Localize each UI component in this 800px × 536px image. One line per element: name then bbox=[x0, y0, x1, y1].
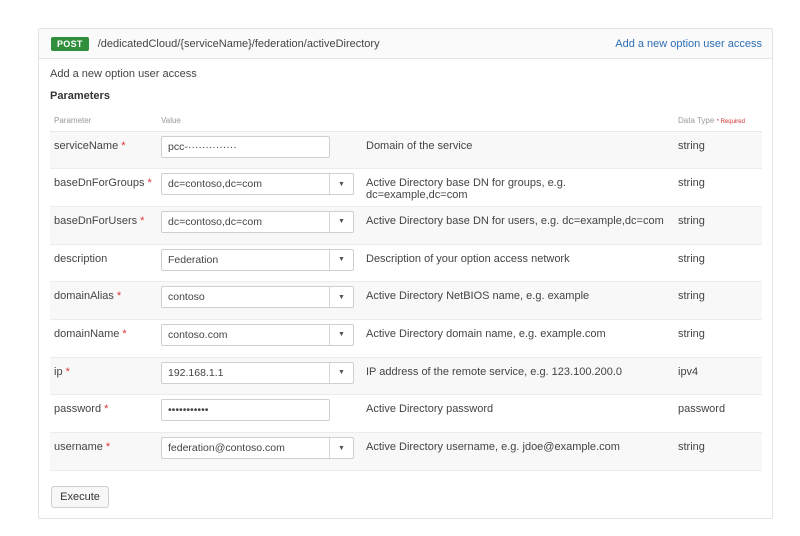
param-name: baseDnForGroups * bbox=[54, 177, 152, 190]
endpoint-path: /dedicatedCloud/{serviceName}/federation… bbox=[97, 37, 380, 50]
domain-alias-combobox[interactable]: contoso ▼ bbox=[161, 286, 354, 309]
password-input[interactable]: ••••••••••• bbox=[161, 399, 330, 422]
chevron-down-icon[interactable]: ▼ bbox=[329, 211, 353, 232]
chevron-down-icon[interactable]: ▼ bbox=[329, 287, 353, 308]
param-description: Active Directory base DN for groups, e.g… bbox=[366, 177, 566, 202]
table-row: description Federation ▼ Description of y… bbox=[50, 244, 762, 282]
param-description: IP address of the remote service, e.g. 1… bbox=[366, 365, 623, 378]
table-row: ip * 192.168.1.1 ▼ IP address of the remot… bbox=[50, 357, 762, 395]
param-name: username * bbox=[54, 441, 111, 453]
param-name: baseDnForUsers * bbox=[54, 214, 145, 227]
table-row: baseDnForUsers * dc=contoso,dc=com ▼ Activ… bbox=[50, 206, 762, 245]
param-type: string bbox=[678, 214, 705, 227]
operation-summary-link[interactable]: Add a new option user access bbox=[615, 38, 762, 50]
column-header-value: Value bbox=[157, 111, 362, 132]
table-row: username * federation@contoso.com ▼ Active… bbox=[50, 432, 762, 471]
ip-combobox[interactable]: 192.168.1.1 ▼ bbox=[161, 361, 354, 384]
chevron-down-icon[interactable]: ▼ bbox=[329, 438, 353, 458]
basedn-users-combobox[interactable]: dc=contoso,dc=com ▼ bbox=[161, 210, 354, 233]
operation-panel: POST /dedicatedCloud/{serviceName}/feder… bbox=[38, 28, 773, 519]
chevron-down-icon[interactable]: ▼ bbox=[329, 249, 353, 270]
chevron-down-icon[interactable]: ▼ bbox=[329, 174, 353, 195]
servicename-input[interactable]: pcc-·············· bbox=[161, 135, 330, 158]
basedn-groups-combobox[interactable]: dc=contoso,dc=com ▼ bbox=[161, 173, 354, 196]
column-header-description bbox=[362, 111, 674, 132]
param-type: password bbox=[678, 403, 726, 416]
parameters-heading: Parameters bbox=[50, 90, 110, 102]
chevron-down-icon[interactable]: ▼ bbox=[329, 362, 353, 383]
table-row: password * ••••••••••• Active Directory p… bbox=[50, 395, 762, 433]
required-asterisk: * bbox=[121, 139, 126, 152]
operation-description: Add a new option user access bbox=[50, 68, 197, 80]
chevron-down-icon[interactable]: ▼ bbox=[329, 324, 353, 345]
param-type: string bbox=[678, 139, 705, 152]
param-type: string bbox=[678, 441, 705, 453]
param-type: string bbox=[678, 327, 705, 340]
param-description: Domain of the service bbox=[366, 139, 473, 152]
column-header-parameter: Parameter bbox=[50, 111, 157, 132]
param-description: Active Directory password bbox=[366, 403, 494, 416]
domain-name-combobox[interactable]: contoso.com ▼ bbox=[161, 323, 354, 346]
param-type: string bbox=[678, 252, 705, 265]
param-name: password * bbox=[54, 403, 109, 416]
param-description: Description of your option access networ… bbox=[366, 252, 570, 265]
required-asterisk: * bbox=[105, 441, 111, 453]
param-name: domainAlias * bbox=[54, 290, 122, 303]
required-asterisk: * bbox=[65, 365, 70, 378]
username-combobox[interactable]: federation@contoso.com ▼ bbox=[161, 437, 354, 459]
operation-header[interactable]: POST /dedicatedCloud/{serviceName}/feder… bbox=[39, 29, 772, 59]
description-combobox[interactable]: Federation ▼ bbox=[161, 248, 354, 271]
param-description: Active Directory base DN for users, e.g.… bbox=[366, 214, 664, 227]
param-name: ip * bbox=[54, 365, 70, 378]
column-header-data-type: Data Type * Required bbox=[674, 111, 762, 132]
param-description: Active Directory username, e.g. jdoe@exa… bbox=[366, 441, 620, 453]
execute-button[interactable]: Execute bbox=[51, 486, 109, 508]
param-description: Active Directory NetBIOS name, e.g. exam… bbox=[366, 290, 590, 303]
table-row: domainAlias * contoso ▼ Active Directory N… bbox=[50, 281, 762, 320]
table-row: serviceName * pcc-·············· Domain o… bbox=[50, 131, 762, 169]
required-asterisk: * bbox=[147, 177, 152, 190]
http-method-badge: POST bbox=[51, 36, 89, 51]
param-type: ipv4 bbox=[678, 365, 699, 378]
parameters-table: Parameter Value Data Type * Required ser… bbox=[50, 111, 762, 471]
param-type: string bbox=[678, 290, 705, 303]
required-asterisk: * bbox=[122, 327, 127, 340]
required-asterisk: * bbox=[104, 403, 109, 416]
table-row: domainName * contoso.com ▼ Active Director… bbox=[50, 319, 762, 358]
param-type: string bbox=[678, 177, 705, 190]
param-name: domainName * bbox=[54, 327, 127, 340]
param-name: description bbox=[54, 252, 108, 265]
required-asterisk: * bbox=[116, 290, 122, 303]
required-legend: * Required bbox=[716, 119, 745, 126]
param-name: serviceName * bbox=[54, 139, 126, 152]
required-asterisk: * bbox=[140, 214, 145, 227]
param-description: Active Directory domain name, e.g. examp… bbox=[366, 327, 606, 340]
table-row: baseDnForGroups * dc=contoso,dc=com ▼ Acti… bbox=[50, 169, 762, 207]
